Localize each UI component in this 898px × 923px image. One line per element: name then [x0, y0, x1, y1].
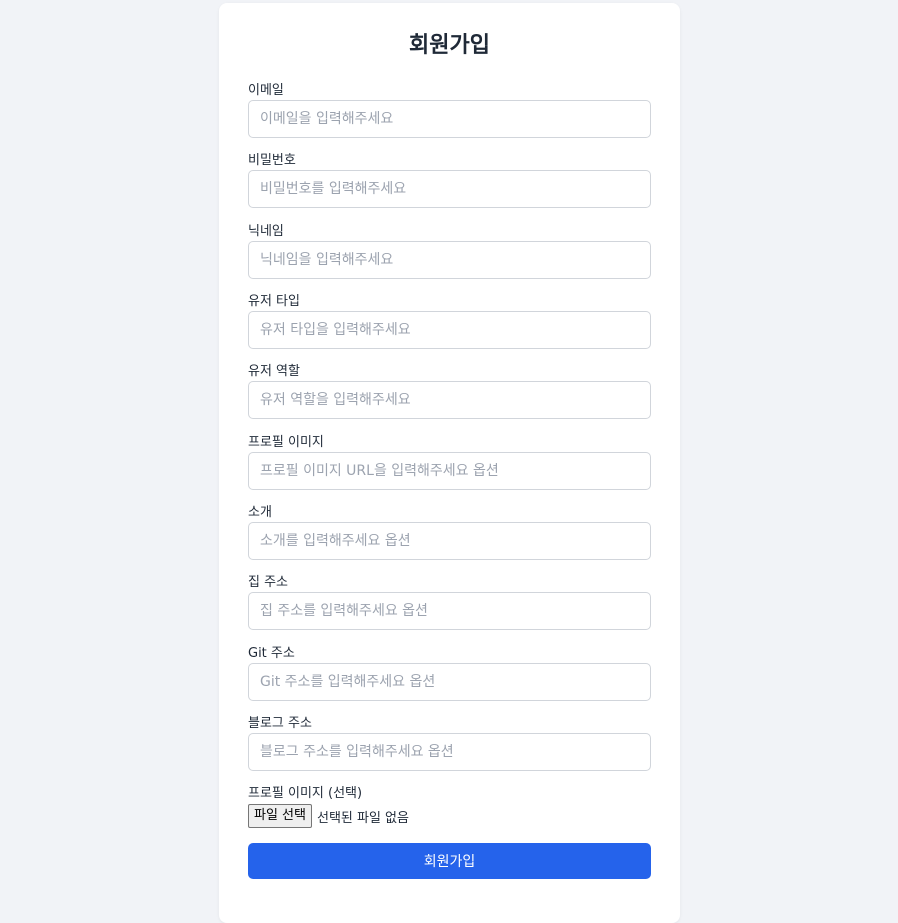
git-address-label: Git 주소: [248, 646, 295, 661]
file-status-text: 선택된 파일 없음: [316, 810, 409, 826]
user-role-field-group: 유저 역할: [248, 364, 651, 419]
email-input[interactable]: [248, 100, 651, 138]
email-label: 이메일: [248, 83, 284, 98]
intro-label: 소개: [248, 505, 272, 520]
password-input[interactable]: [248, 170, 651, 208]
file-picker: 파일 선택 선택된 파일 없음: [248, 804, 409, 828]
profile-image-url-label: 프로필 이미지: [248, 435, 324, 450]
user-role-input[interactable]: [248, 381, 651, 419]
email-field-group: 이메일: [248, 83, 651, 138]
password-label: 비밀번호: [248, 153, 296, 168]
signup-submit-button[interactable]: 회원가입: [248, 843, 651, 879]
home-address-input[interactable]: [248, 592, 651, 630]
profile-image-file-group: 프로필 이미지 (선택): [248, 786, 651, 802]
git-address-input[interactable]: [248, 663, 651, 701]
intro-input[interactable]: [248, 522, 651, 560]
nickname-field-group: 닉네임: [248, 224, 651, 279]
nickname-input[interactable]: [248, 241, 651, 279]
choose-file-button[interactable]: 파일 선택: [248, 804, 312, 828]
page-title: 회원가입: [409, 33, 490, 58]
git-address-field-group: Git 주소: [248, 646, 651, 701]
signup-card: 회원가입 이메일 비밀번호 닉네임 유저 타입 유저 역할 프로필 이미지 소개…: [219, 3, 680, 923]
blog-address-input[interactable]: [248, 733, 651, 771]
home-address-field-group: 집 주소: [248, 575, 651, 630]
user-type-field-group: 유저 타입: [248, 294, 651, 349]
profile-image-file-label: 프로필 이미지 (선택): [248, 786, 363, 801]
user-type-input[interactable]: [248, 311, 651, 349]
nickname-label: 닉네임: [248, 224, 284, 239]
profile-image-url-field-group: 프로필 이미지: [248, 435, 651, 490]
intro-field-group: 소개: [248, 505, 651, 560]
blog-address-label: 블로그 주소: [248, 716, 312, 731]
home-address-label: 집 주소: [248, 575, 289, 590]
user-role-label: 유저 역할: [248, 364, 300, 379]
user-type-label: 유저 타입: [248, 294, 300, 309]
profile-image-url-input[interactable]: [248, 452, 651, 490]
blog-address-field-group: 블로그 주소: [248, 716, 651, 771]
password-field-group: 비밀번호: [248, 153, 651, 208]
